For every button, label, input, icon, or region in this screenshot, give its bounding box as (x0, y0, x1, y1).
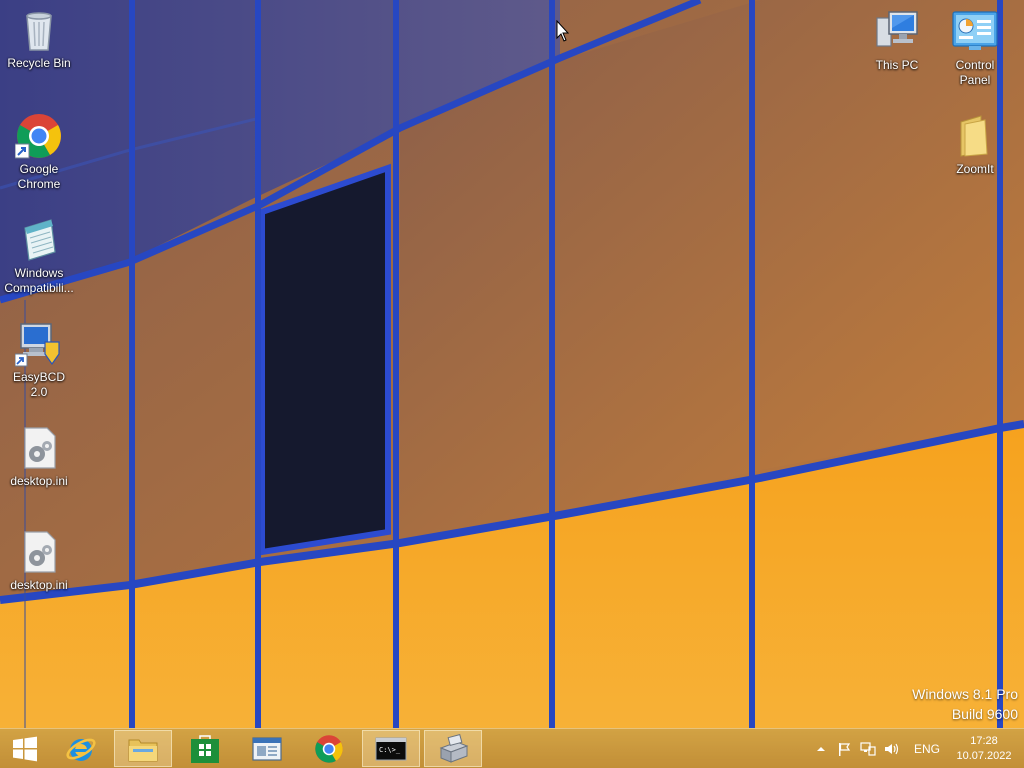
action-center-button[interactable] (832, 729, 856, 768)
volume-button[interactable] (880, 729, 904, 768)
desktop-icon-label: ZoomIt (956, 162, 994, 176)
language-label: ENG (913, 742, 940, 756)
flag-icon (839, 743, 851, 756)
windows-version-watermark: Windows 8.1 Pro Build 9600 (912, 684, 1018, 724)
network-icon (860, 742, 876, 756)
settings-file-icon (24, 427, 56, 469)
taskbar: C:\>_ ENG 17:28 10.07.2022 (0, 728, 1024, 768)
taskbar-file-explorer[interactable] (114, 730, 172, 767)
cmd-icon: C:\>_ (375, 737, 407, 760)
network-button[interactable] (856, 729, 880, 768)
wallpaper (0, 0, 1024, 768)
desktop-icon-label: EasyBCD 2.0 (12, 370, 65, 399)
ie-icon (66, 738, 96, 761)
clock-time: 17:28 (970, 735, 998, 747)
taskbar-command-prompt[interactable]: C:\>_ (362, 730, 420, 767)
control-panel-icon (952, 11, 998, 50)
speaker-icon (885, 743, 899, 755)
system-tray: ENG 17:28 10.07.2022 (810, 729, 1024, 768)
language-indicator[interactable]: ENG (908, 729, 946, 768)
recycle-bin-icon (26, 12, 52, 51)
chrome-icon (15, 114, 61, 159)
watermark-build: Build 9600 (951, 706, 1018, 722)
watermark-edition: Windows 8.1 Pro (912, 686, 1018, 702)
desktop-icon-windows-compatibility[interactable]: Windows Compatibili... (1, 216, 77, 296)
desktop-icon-label: desktop.ini (10, 474, 68, 488)
desktop-icon-desktop-ini-2[interactable]: desktop.ini (1, 528, 77, 593)
easybcd-icon (15, 323, 60, 367)
taskbar-setup[interactable] (424, 730, 482, 767)
desktop-icon-control-panel[interactable]: Control Panel (937, 8, 1013, 88)
folder-icon (960, 115, 988, 157)
windows-logo-icon (13, 736, 37, 761)
taskbar-internet-explorer[interactable] (52, 730, 110, 767)
desktop-icon-label: This PC (875, 58, 919, 72)
desktop-icon-google-chrome[interactable]: Google Chrome (1, 112, 77, 192)
taskbar-store[interactable] (176, 730, 234, 767)
chevron-up-icon (817, 747, 825, 751)
installer-icon (439, 733, 469, 763)
clock-date: 10.07.2022 (956, 750, 1012, 762)
desktop-icon-this-pc[interactable]: This PC (859, 8, 935, 73)
desktop[interactable]: Recycle Bin Google Chrome Windows Compat… (0, 0, 1024, 768)
show-hidden-icons-button[interactable] (810, 729, 832, 768)
notepad-icon (24, 219, 56, 261)
desktop-icon-label: Windows Compatibili... (4, 266, 74, 295)
desktop-icon-label: Google Chrome (17, 162, 61, 191)
chrome-icon (315, 734, 343, 763)
folder-icon (128, 739, 158, 761)
window-icon (252, 736, 282, 761)
computer-icon (876, 11, 918, 47)
desktop-icon-easybcd[interactable]: EasyBCD 2.0 (1, 320, 77, 400)
settings-file-icon (24, 531, 56, 573)
taskbar-chrome[interactable] (300, 730, 358, 767)
svg-text:C:\>_: C:\>_ (379, 746, 401, 754)
clock[interactable]: 17:28 10.07.2022 (952, 729, 1016, 768)
desktop-icon-label: Recycle Bin (7, 56, 71, 70)
start-button[interactable] (0, 730, 50, 767)
mouse-cursor-icon (556, 20, 570, 42)
desktop-icon-label: desktop.ini (10, 578, 68, 592)
show-desktop-button[interactable] (1016, 729, 1024, 768)
desktop-icon-zoomit[interactable]: ZoomIt (937, 112, 1013, 177)
desktop-icon-label: Control Panel (955, 58, 995, 87)
desktop-icon-desktop-ini-1[interactable]: desktop.ini (1, 424, 77, 489)
taskbar-app-window[interactable] (238, 730, 296, 767)
store-icon (191, 734, 219, 763)
desktop-icon-recycle-bin[interactable]: Recycle Bin (1, 6, 77, 71)
